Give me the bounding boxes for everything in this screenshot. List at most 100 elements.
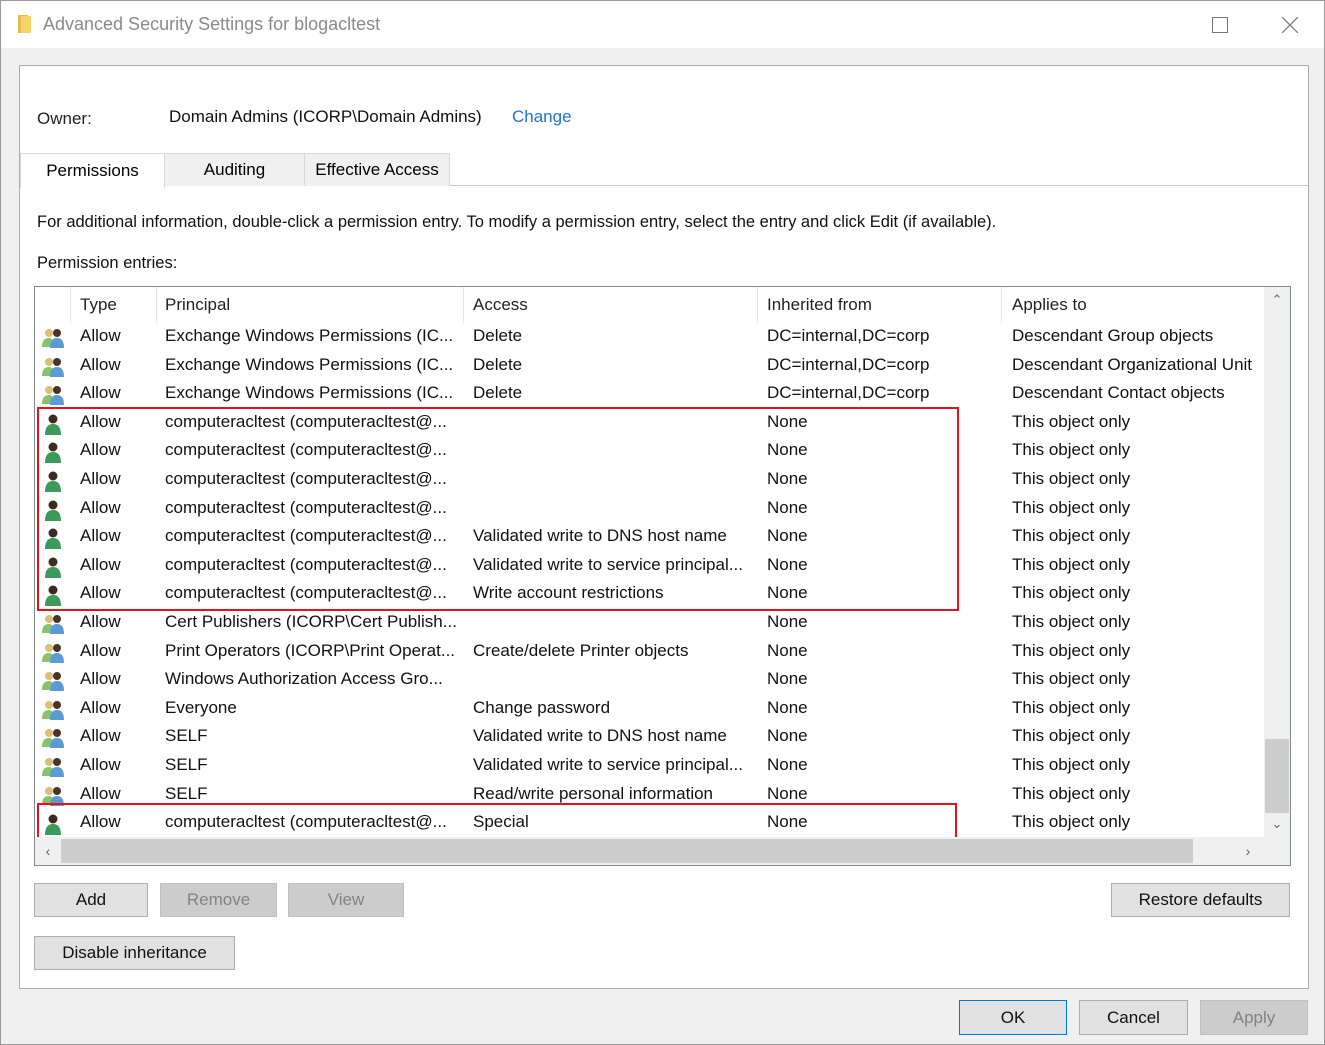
cell-applies-to: This object only <box>1012 526 1131 546</box>
cell-principal: Print Operators (ICORP\Print Operat... <box>165 640 456 660</box>
cell-inherited-from: DC=internal,DC=corp <box>767 383 930 403</box>
tab-effective-access[interactable]: Effective Access <box>304 153 450 186</box>
table-row[interactable]: Allow computeracltest (computeracltest@..… <box>35 437 1264 466</box>
advanced-security-settings-window: Advanced Security Settings for blogaclte… <box>0 0 1325 1045</box>
cell-type: Allow <box>80 526 121 546</box>
table-row[interactable]: Allow Cert Publishers (ICORP\Cert Publish… <box>35 609 1264 638</box>
cell-type: Allow <box>80 697 121 717</box>
cell-access: Write account restrictions <box>473 583 664 603</box>
user-icon <box>41 470 65 492</box>
cell-principal: SELF <box>165 726 208 746</box>
maximize-button[interactable] <box>1185 1 1255 48</box>
column-header-principal[interactable]: Principal <box>165 295 230 315</box>
cell-type: Allow <box>80 612 121 631</box>
permission-entries-label: Permission entries: <box>37 254 178 272</box>
table-row[interactable]: Allow Exchange Windows Permissions (IC...… <box>35 380 1264 409</box>
permission-entries-list[interactable]: Type Principal Access Inherited from App… <box>34 286 1291 866</box>
scroll-right-button[interactable]: › <box>1235 837 1261 865</box>
cell-inherited-from: None <box>767 783 808 803</box>
horizontal-scrollbar[interactable]: ‹ › <box>35 837 1264 865</box>
vertical-scrollbar[interactable]: ⌃ ⌄ <box>1264 287 1290 837</box>
table-row[interactable]: Allow Everyone Change password None This obj… <box>35 695 1264 724</box>
user-icon <box>41 441 65 464</box>
chevron-up-icon: ⌃ <box>1271 292 1283 307</box>
cancel-button[interactable]: Cancel <box>1079 1000 1188 1035</box>
group-icon <box>41 756 65 778</box>
close-button[interactable] <box>1255 1 1325 48</box>
table-row[interactable]: Allow Print Operators (ICORP\Print Operat… <box>35 638 1264 667</box>
scroll-left-button[interactable]: ‹ <box>35 837 61 865</box>
column-separator[interactable] <box>1001 287 1002 323</box>
column-separator[interactable] <box>757 287 758 323</box>
group-icon <box>41 384 65 406</box>
change-owner-link[interactable]: Change <box>512 107 572 127</box>
cell-access: Validated write to DNS host name <box>473 726 727 746</box>
cell-applies-to: This object only <box>1012 554 1131 574</box>
column-header-access[interactable]: Access <box>473 295 528 315</box>
table-row[interactable]: Allow SELF Validated write to service prin… <box>35 752 1264 781</box>
ok-button[interactable]: OK <box>959 1000 1067 1035</box>
table-row[interactable]: Allow computeracltest (computeracltest@..… <box>35 809 1264 838</box>
cell-principal: computeracltest (computeracltest@... <box>165 469 447 488</box>
table-row[interactable]: Allow Exchange Windows Permissions (IC...… <box>35 323 1264 352</box>
tab-auditing[interactable]: Auditing <box>164 153 305 186</box>
horizontal-scroll-thumb[interactable] <box>61 839 1193 863</box>
scroll-down-button[interactable]: ⌄ <box>1264 811 1290 837</box>
table-row[interactable]: Allow Exchange Windows Permissions (IC...… <box>35 352 1264 381</box>
remove-button[interactable]: Remove <box>160 883 277 917</box>
cell-type: Allow <box>80 497 121 517</box>
user-icon <box>41 499 65 521</box>
table-row[interactable]: Allow SELF Validated write to DNS host nam… <box>35 723 1264 752</box>
column-separator[interactable] <box>70 287 71 323</box>
list-header: Type Principal Access Inherited from App… <box>35 287 1264 323</box>
group-icon <box>41 785 65 807</box>
cell-principal: Windows Authorization Access Gro... <box>165 669 443 689</box>
cell-applies-to: This object only <box>1012 612 1131 631</box>
tab-permissions[interactable]: Permissions <box>20 153 165 188</box>
cell-applies-to: This object only <box>1012 411 1131 431</box>
table-row[interactable]: Allow computeracltest (computeracltest@..… <box>35 580 1264 609</box>
cell-inherited-from: None <box>767 697 808 717</box>
cell-applies-to: Descendant Contact objects <box>1012 383 1225 403</box>
table-row[interactable]: Allow computeracltest (computeracltest@..… <box>35 466 1264 495</box>
cell-access: Special <box>473 812 529 832</box>
table-row[interactable]: Allow Windows Authorization Access Gro...… <box>35 666 1264 695</box>
cell-access: Validated write to service principal... <box>473 755 743 774</box>
cell-inherited-from: None <box>767 640 808 660</box>
disable-inheritance-button[interactable]: Disable inheritance <box>34 936 235 970</box>
cell-inherited-from: None <box>767 526 808 546</box>
table-row[interactable]: Allow computeracltest (computeracltest@..… <box>35 409 1264 438</box>
apply-button[interactable]: Apply <box>1200 1000 1308 1035</box>
user-icon <box>41 413 65 435</box>
info-text: For additional information, double-click… <box>37 213 997 231</box>
title-bar: Advanced Security Settings for blogaclte… <box>1 1 1324 48</box>
cell-principal: computeracltest (computeracltest@... <box>165 812 447 832</box>
cell-inherited-from: None <box>767 411 808 431</box>
cell-inherited-from: None <box>767 440 808 460</box>
table-row[interactable]: Allow SELF Read/write personal information… <box>35 781 1264 810</box>
restore-defaults-button[interactable]: Restore defaults <box>1111 883 1290 917</box>
column-separator[interactable] <box>463 287 464 323</box>
cell-principal: Cert Publishers (ICORP\Cert Publish... <box>165 612 457 631</box>
group-icon <box>41 642 65 664</box>
table-row[interactable]: Allow computeracltest (computeracltest@..… <box>35 552 1264 581</box>
cell-inherited-from: None <box>767 497 808 517</box>
column-separator[interactable] <box>156 287 157 323</box>
cell-principal: computeracltest (computeracltest@... <box>165 411 447 431</box>
column-header-applies-to[interactable]: Applies to <box>1012 295 1087 315</box>
cell-inherited-from: None <box>767 554 808 574</box>
column-header-inherited-from[interactable]: Inherited from <box>767 295 872 315</box>
table-row[interactable]: Allow computeracltest (computeracltest@..… <box>35 495 1264 524</box>
cell-applies-to: Descendant Group objects <box>1012 326 1214 345</box>
cell-applies-to: This object only <box>1012 640 1131 660</box>
cell-type: Allow <box>80 326 121 345</box>
cell-inherited-from: DC=internal,DC=corp <box>767 354 930 374</box>
view-button[interactable]: View <box>288 883 404 917</box>
cell-applies-to: This object only <box>1012 812 1131 832</box>
table-row[interactable]: Allow computeracltest (computeracltest@..… <box>35 523 1264 552</box>
user-icon <box>41 584 65 607</box>
vertical-scroll-thumb[interactable] <box>1265 739 1289 813</box>
column-header-type[interactable]: Type <box>80 295 117 315</box>
add-button[interactable]: Add <box>34 883 148 917</box>
scroll-up-button[interactable]: ⌃ <box>1264 287 1290 313</box>
